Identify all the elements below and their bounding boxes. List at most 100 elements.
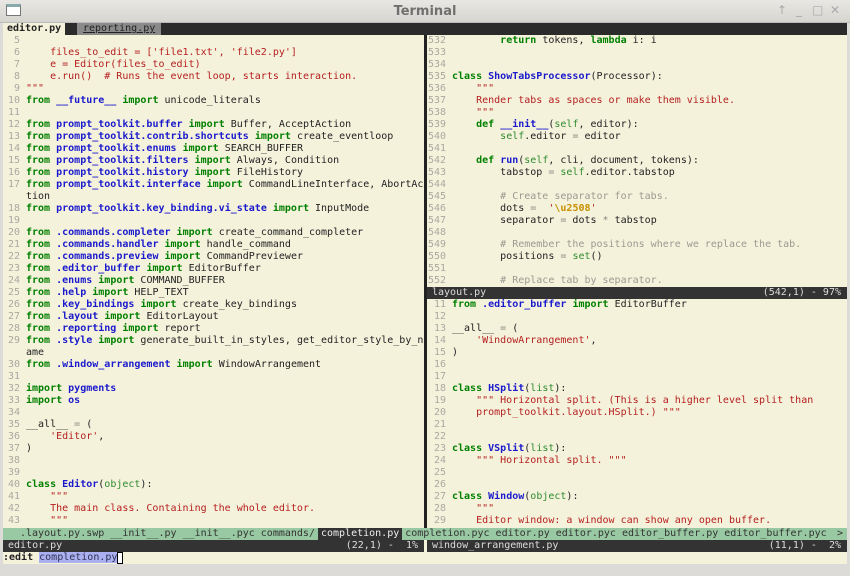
code-token: .window_arrangement: [56, 359, 170, 370]
completion-item[interactable]: editor_buffer.py: [619, 528, 721, 540]
code-token: Render tabs as spaces or make them visib…: [452, 95, 735, 106]
code-token: dots: [452, 203, 530, 214]
editor-pane-right-top[interactable]: 532 return tokens, lambda i: i533534535c…: [427, 35, 847, 287]
always-on-top-icon[interactable]: ↑: [777, 3, 787, 18]
code-line: 532 return tokens, lambda i: i: [428, 35, 847, 47]
code-line: 544: [428, 179, 847, 191]
code-token: ,: [98, 431, 104, 442]
line-number: 532: [428, 35, 446, 47]
completion-item[interactable]: __init__.pyc: [180, 528, 258, 540]
code-line: 37): [8, 443, 424, 455]
code-token: # Create separator for tabs.: [452, 191, 669, 202]
line-number: 26: [434, 479, 446, 491]
minimize-icon[interactable]: _: [796, 3, 802, 18]
code-token: import: [195, 155, 231, 166]
code-token: prompt_toolkit.history: [56, 167, 188, 178]
code-line: 39: [8, 467, 424, 479]
line-number: 536: [428, 83, 446, 95]
completion-item[interactable]: editor_buffer.pyc: [721, 528, 829, 540]
code-line: 16: [434, 359, 847, 371]
code-token: (: [506, 323, 518, 334]
editor-pane-left[interactable]: 56 files_to_edit = ['file1.txt', 'file2.…: [3, 35, 424, 528]
tab-bar: editor.py reporting.py: [3, 23, 847, 35]
code-line: 6 files_to_edit = ['file1.txt', 'file2.p…: [8, 47, 424, 59]
code-line: 8 e.run() # Runs the event loop, starts …: [8, 71, 424, 83]
status-position: (542,1) - 97%: [763, 287, 841, 299]
code-token: EditorBuffer: [183, 263, 261, 274]
command-line[interactable]: :edit completion.py: [3, 552, 847, 564]
maximize-icon[interactable]: □: [812, 3, 823, 18]
line-number: 11: [434, 299, 446, 311]
tab-reporting-py[interactable]: reporting.py: [77, 23, 161, 35]
code-token: tabstop: [609, 215, 657, 226]
code-token: , editor):: [578, 119, 638, 130]
code-token: (Processor):: [591, 71, 663, 82]
code-token: Always, Condition: [231, 155, 339, 166]
code-token: class: [26, 479, 56, 490]
code-token: import: [255, 131, 291, 142]
code-token: import: [146, 263, 182, 274]
code-token: from: [26, 275, 50, 286]
line-number: 542: [428, 155, 446, 167]
completion-item[interactable]: completion.pyc: [402, 528, 492, 540]
code-token: .key_bindings: [56, 299, 134, 310]
code-token: from: [26, 119, 50, 130]
code-token: object: [530, 491, 566, 502]
line-number: 13: [8, 131, 20, 143]
line-number: 17: [8, 179, 20, 191]
line-number: 29: [434, 515, 446, 527]
code-token: ,: [590, 335, 596, 346]
completion-item[interactable]: editor.py: [493, 528, 553, 540]
code-token: pygments: [68, 383, 116, 394]
code-line: 21: [434, 419, 847, 431]
close-icon[interactable]: ✕: [830, 3, 840, 18]
code-token: set: [572, 251, 590, 262]
line-number: 22: [434, 431, 446, 443]
code-line: 20from .commands.completer import create…: [8, 227, 424, 239]
line-number: 33: [8, 395, 20, 407]
line-number: 11: [8, 107, 20, 119]
code-line: 541: [428, 143, 847, 155]
code-line: 9""": [8, 83, 424, 95]
completion-item[interactable]: editor.pyc: [553, 528, 619, 540]
completion-item[interactable]: completion.py: [318, 528, 402, 540]
code-token: from: [26, 95, 50, 106]
command-name: :edit: [3, 552, 33, 563]
code-token: lambda: [590, 35, 626, 46]
line-number: 18: [8, 203, 20, 215]
code-line: 12: [434, 311, 847, 323]
line-number: 9: [8, 83, 20, 95]
code-token: from: [452, 299, 476, 310]
code-line: 32 import pygments: [8, 383, 424, 395]
code-line: 34: [8, 407, 424, 419]
tab-editor-py[interactable]: editor.py: [3, 23, 65, 35]
completion-item[interactable]: __init__.py: [107, 528, 179, 540]
code-token: HELP_TEXT: [128, 287, 188, 298]
code-token: .editor_buffer: [482, 299, 566, 310]
code-line: 548: [428, 227, 847, 239]
command-argument[interactable]: completion.py: [39, 552, 117, 563]
code-token: list: [530, 383, 554, 394]
code-token: Editor: [62, 479, 98, 490]
completion-item[interactable]: .layout.py.swp: [17, 528, 107, 540]
code-token: import: [195, 167, 231, 178]
code-line: 29 Editor window: a window can show any …: [434, 515, 847, 527]
line-number: 32: [8, 383, 20, 395]
code-line: 535class ShowTabsProcessor(Processor):: [428, 71, 847, 83]
status-bar-right-top: layout.py (542,1) - 97%: [427, 287, 847, 299]
code-token: prompt_toolkit.contrib.shortcuts: [56, 131, 249, 142]
code-token: [452, 335, 476, 346]
completion-item[interactable]: commands/: [258, 528, 318, 540]
code-token: import: [26, 383, 62, 394]
code-token: tion: [26, 191, 50, 202]
line-number: 13: [434, 323, 446, 335]
code-line: 538 """: [428, 107, 847, 119]
code-token: import: [189, 119, 225, 130]
line-number: 15: [434, 347, 446, 359]
code-token: import: [92, 287, 128, 298]
code-line: 14from prompt_toolkit.enums import SEARC…: [8, 143, 424, 155]
code-line: 42 The main class. Containing the whole …: [8, 503, 424, 515]
code-token: class: [452, 71, 482, 82]
editor-pane-right-bottom[interactable]: 11from .editor_buffer import EditorBuffe…: [427, 299, 847, 528]
code-line: 13from prompt_toolkit.contrib.shortcuts …: [8, 131, 424, 143]
